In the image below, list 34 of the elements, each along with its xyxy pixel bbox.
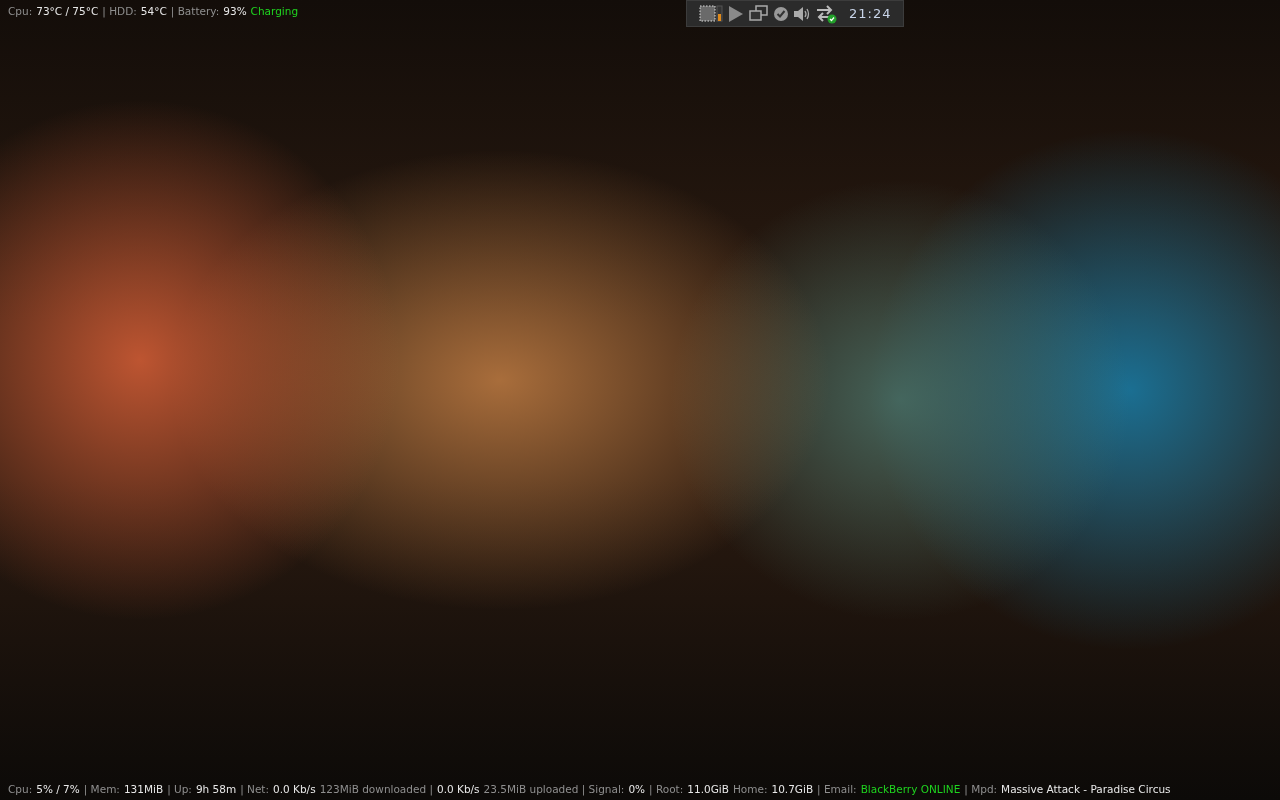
status-label: | Mem: [83, 783, 120, 795]
status-value: 93% [223, 5, 247, 17]
status-label: | Net: [240, 783, 270, 795]
status-label: | Root: [649, 783, 684, 795]
check-icon[interactable] [773, 5, 789, 22]
monitors-icon[interactable] [749, 4, 769, 23]
status-label: | Up: [167, 783, 192, 795]
status-value: 0.0 Kb/s [437, 783, 480, 795]
status-value: 54°C [140, 5, 167, 17]
status-label: | Email: [817, 783, 857, 795]
status-label: 23.5MiB uploaded | Signal: [483, 783, 625, 795]
status-label: Cpu: [8, 783, 33, 795]
status-text: Charging [250, 5, 299, 17]
status-value: 73°C / 75°C [36, 5, 99, 17]
status-label: | Battery: [170, 5, 220, 17]
status-value: 0% [628, 783, 646, 795]
status-value: 10.7GiB [771, 783, 814, 795]
status-label: 123MiB downloaded | [319, 783, 433, 795]
clock[interactable]: 21:24 [849, 6, 892, 21]
play-icon[interactable] [727, 3, 745, 24]
network-icon[interactable] [815, 3, 837, 24]
status-value: 0.0 Kb/s [273, 783, 316, 795]
speaker-icon[interactable] [793, 5, 811, 22]
status-text: BlackBerry ONLINE [860, 783, 961, 795]
status-value: 9h 58m [195, 783, 237, 795]
status-value: 5% / 7% [36, 783, 80, 795]
status-value: Massive Attack - Paradise Circus [1001, 783, 1171, 795]
status-label: | HDD: [102, 5, 137, 17]
cpu-meter-icon[interactable] [699, 3, 723, 24]
status-value: 131MiB [123, 783, 164, 795]
status-label: Cpu: [8, 5, 33, 17]
status-label: Home: [732, 783, 768, 795]
status-label: | Mpd: [964, 783, 998, 795]
status-value: 11.0GiB [687, 783, 729, 795]
